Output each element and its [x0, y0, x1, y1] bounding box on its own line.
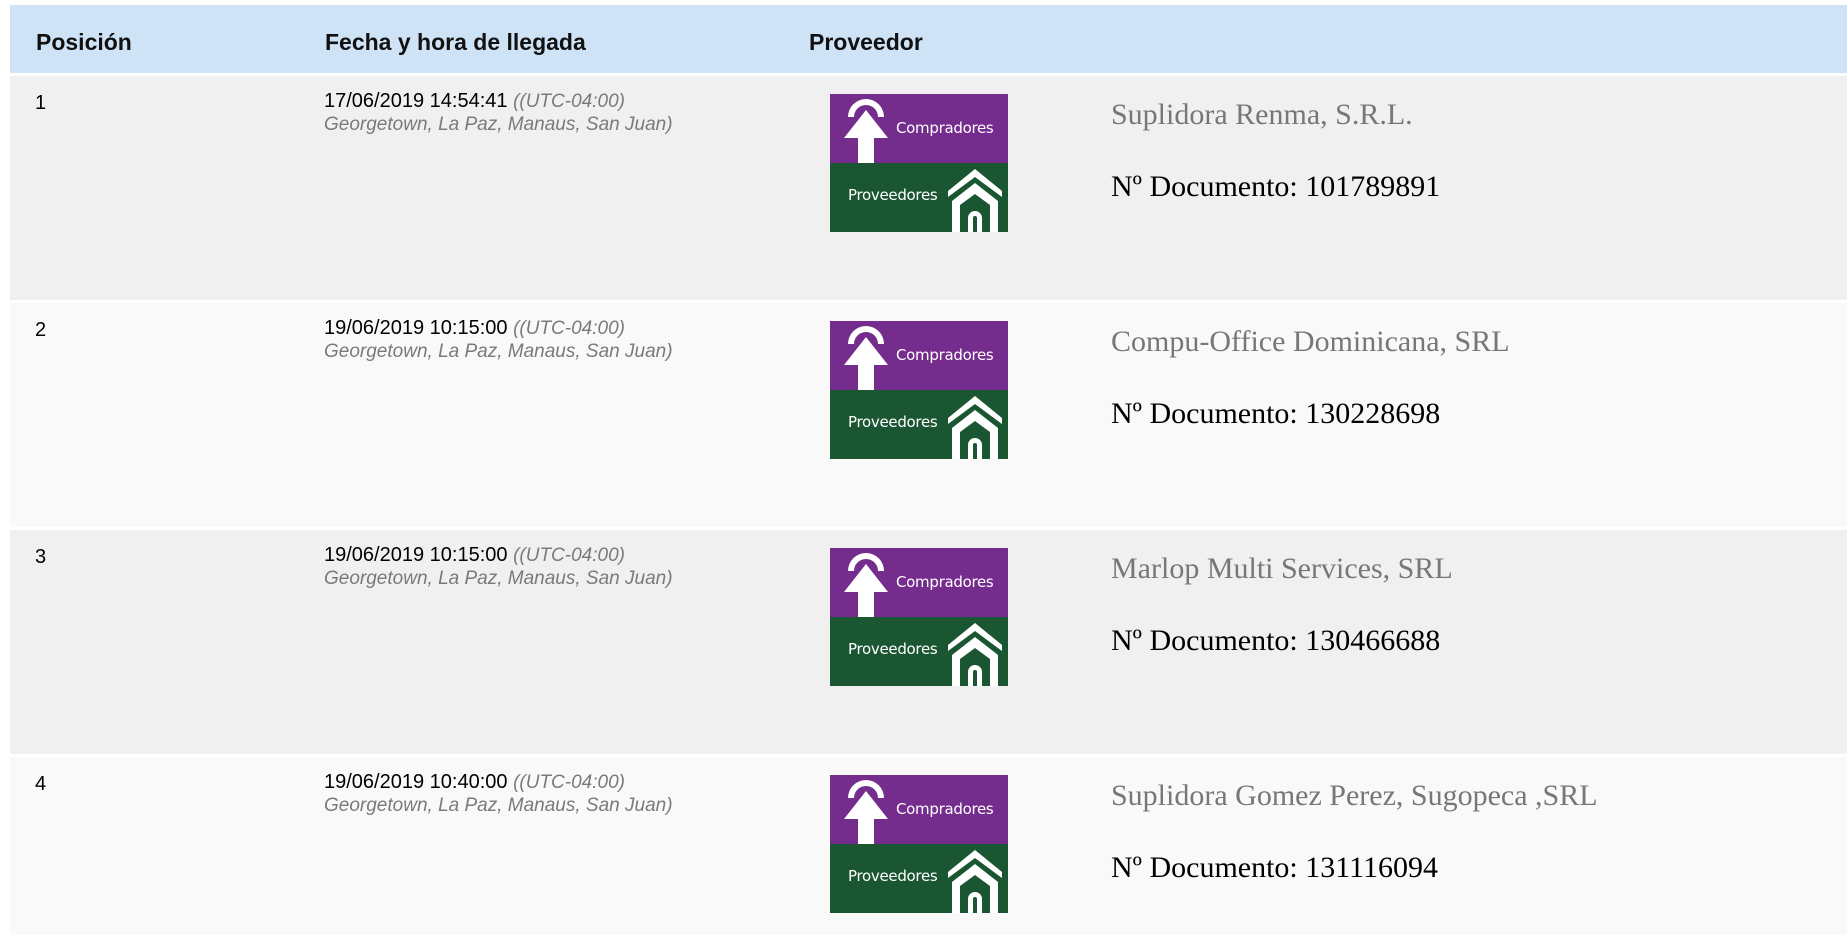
table-row: 1 17/06/2019 14:54:41 ((UTC-04:00) Georg…: [10, 76, 1847, 303]
document-line: Nº Documento: 131116094: [1111, 851, 1598, 885]
table-row: 2 19/06/2019 10:15:00 ((UTC-04:00) Georg…: [10, 303, 1847, 530]
supplier-name[interactable]: Marlop Multi Services, SRL: [1111, 552, 1453, 586]
arrival-datetime: 19/06/2019 10:40:00 ((UTC-04:00) Georget…: [324, 771, 744, 817]
document-label: Nº Documento:: [1111, 170, 1298, 203]
supplier-cell: Suplidora Renma, S.R.L. Nº Documento: 10…: [1111, 98, 1440, 204]
timezone-offset: ((UTC-04:00): [513, 91, 625, 112]
position-cell: 2: [35, 319, 47, 341]
table-row: 4 19/06/2019 10:40:00 ((UTC-04:00) Georg…: [10, 757, 1847, 938]
timezone-offset: ((UTC-04:00): [513, 545, 625, 566]
arrow-up-icon: [844, 99, 888, 163]
supplier-name[interactable]: Suplidora Gomez Perez, Sugopeca ,SRL: [1111, 779, 1598, 813]
house-icon: [948, 396, 1002, 459]
position-cell: 3: [35, 546, 47, 568]
house-icon: [948, 623, 1002, 686]
timezone-cities: Georgetown, La Paz, Manaus, San Juan): [324, 795, 673, 816]
timezone-offset: ((UTC-04:00): [513, 772, 625, 793]
table-row: 3 19/06/2019 10:15:00 ((UTC-04:00) Georg…: [10, 530, 1847, 757]
house-icon: [948, 169, 1002, 232]
timezone-cities: Georgetown, La Paz, Manaus, San Juan): [324, 568, 673, 589]
document-line: Nº Documento: 130466688: [1111, 624, 1453, 658]
arrival-datetime: 19/06/2019 10:15:00 ((UTC-04:00) Georget…: [324, 317, 744, 363]
document-label: Nº Documento:: [1111, 624, 1298, 657]
compradores-proveedores-logo[interactable]: Compradores Proveedores: [830, 548, 1008, 686]
logo-label-proveedores: Proveedores: [848, 186, 938, 204]
supplier-cell: Suplidora Gomez Perez, Sugopeca ,SRL Nº …: [1111, 779, 1598, 885]
datetime-value: 19/06/2019 10:15:00: [324, 317, 508, 339]
arrow-up-icon: [844, 326, 888, 390]
logo-label-proveedores: Proveedores: [848, 413, 938, 431]
position-cell: 4: [35, 773, 47, 795]
document-number: 130228698: [1305, 397, 1441, 430]
document-number: 101789891: [1305, 170, 1441, 203]
logo-label-compradores: Compradores: [896, 346, 994, 364]
timezone-offset: ((UTC-04:00): [513, 318, 625, 339]
arrow-up-icon: [844, 780, 888, 844]
logo-label-proveedores: Proveedores: [848, 867, 938, 885]
arrow-up-icon: [844, 553, 888, 617]
supplier-cell: Marlop Multi Services, SRL Nº Documento:…: [1111, 552, 1453, 658]
supplier-cell: Compu-Office Dominicana, SRL Nº Document…: [1111, 325, 1510, 431]
arrival-datetime: 19/06/2019 10:15:00 ((UTC-04:00) Georget…: [324, 544, 744, 590]
supplier-name[interactable]: Compu-Office Dominicana, SRL: [1111, 325, 1510, 359]
header-fecha[interactable]: Fecha y hora de llegada: [325, 29, 586, 56]
supplier-name[interactable]: Suplidora Renma, S.R.L.: [1111, 98, 1440, 132]
compradores-proveedores-logo[interactable]: Compradores Proveedores: [830, 321, 1008, 459]
arrivals-table: Posición Fecha y hora de llegada Proveed…: [10, 5, 1847, 938]
timezone-cities: Georgetown, La Paz, Manaus, San Juan): [324, 114, 673, 135]
document-label: Nº Documento:: [1111, 851, 1298, 884]
table-header: Posición Fecha y hora de llegada Proveed…: [10, 5, 1847, 76]
header-proveedor[interactable]: Proveedor: [809, 29, 923, 56]
document-line: Nº Documento: 101789891: [1111, 170, 1440, 204]
compradores-proveedores-logo[interactable]: Compradores Proveedores: [830, 94, 1008, 232]
logo-label-compradores: Compradores: [896, 800, 994, 818]
arrival-datetime: 17/06/2019 14:54:41 ((UTC-04:00) Georget…: [324, 90, 744, 136]
document-number: 131116094: [1305, 851, 1439, 884]
header-posicion[interactable]: Posición: [36, 29, 132, 56]
document-number: 130466688: [1305, 624, 1441, 657]
document-line: Nº Documento: 130228698: [1111, 397, 1510, 431]
datetime-value: 19/06/2019 10:15:00: [324, 544, 508, 566]
compradores-proveedores-logo[interactable]: Compradores Proveedores: [830, 775, 1008, 913]
datetime-value: 19/06/2019 10:40:00: [324, 771, 508, 793]
logo-label-proveedores: Proveedores: [848, 640, 938, 658]
datetime-value: 17/06/2019 14:54:41: [324, 90, 508, 112]
house-icon: [948, 850, 1002, 913]
logo-label-compradores: Compradores: [896, 573, 994, 591]
document-label: Nº Documento:: [1111, 397, 1298, 430]
position-cell: 1: [35, 92, 47, 114]
logo-label-compradores: Compradores: [896, 119, 994, 137]
timezone-cities: Georgetown, La Paz, Manaus, San Juan): [324, 341, 673, 362]
